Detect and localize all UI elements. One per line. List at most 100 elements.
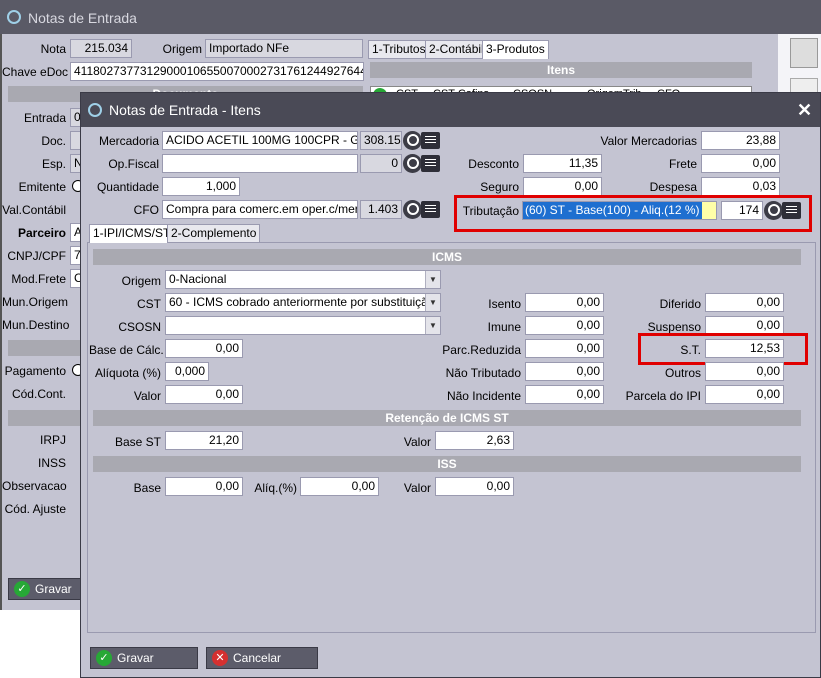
tab-complemento[interactable]: 2-Complemento (167, 224, 261, 243)
despesa-field[interactable]: 0,03 (701, 177, 780, 196)
iss-base-label: Base (133, 481, 161, 495)
desconto-field[interactable]: 11,35 (523, 154, 602, 173)
nota-field[interactable]: 215.034 (70, 39, 132, 58)
side-label-inss: INSS (37, 456, 66, 470)
side-section-bar-2 (8, 410, 82, 426)
opfiscal-label: Op.Fiscal (108, 157, 159, 171)
side-label-doc: Doc. (41, 134, 66, 148)
cancel-icon: ✕ (212, 650, 228, 666)
icms-valor-field[interactable]: 0,00 (165, 385, 243, 404)
retencao-section-header: Retenção de ICMS ST (93, 410, 801, 426)
parcela-ipi-label: Parcela do IPI (625, 389, 701, 403)
quantidade-field[interactable]: 1,000 (162, 177, 240, 196)
icms-csosn-select[interactable]: ▼ (165, 316, 441, 335)
opfiscal-search-icon[interactable] (403, 154, 422, 173)
base-st-label: Base ST (114, 435, 161, 449)
base-calc-field[interactable]: 0,00 (165, 339, 243, 358)
mercadoria-code[interactable]: 308.159 (360, 131, 402, 150)
close-icon[interactable]: ✕ (797, 100, 812, 121)
chave-field[interactable]: 4118027377312900010655007000273176124492… (70, 62, 364, 81)
nao-incidente-label: Não Incidente (446, 389, 521, 403)
base-st-field[interactable]: 21,20 (165, 431, 243, 450)
main-tab-tributos[interactable]: 1-Tributos (368, 40, 430, 59)
seguro-label: Seguro (480, 180, 519, 194)
cfo-code[interactable]: 1.403 (360, 200, 402, 219)
parcela-ipi-field[interactable]: 0,00 (705, 385, 784, 404)
frete-field[interactable]: 0,00 (701, 154, 780, 173)
dialog-logo-icon (88, 103, 102, 117)
imune-field[interactable]: 0,00 (525, 316, 604, 335)
despesa-label: Despesa (649, 180, 697, 194)
retrato-icon[interactable] (790, 38, 818, 68)
origem-select[interactable]: Importado NFe (205, 39, 363, 58)
tributacao-highlight-box (454, 195, 812, 232)
cfo-list-icon[interactable] (421, 201, 440, 218)
side-label-codajuste: Cód. Ajuste (4, 502, 66, 516)
quantidade-label: Quantidade (96, 180, 159, 194)
main-gravar-button[interactable]: ✓ Gravar (8, 578, 84, 600)
side-label-mundestino: Mun.Destino (2, 318, 70, 332)
diferido-field[interactable]: 0,00 (705, 293, 784, 312)
cancelar-button[interactable]: ✕ Cancelar (206, 647, 318, 669)
nao-tributado-label: Não Tributado (445, 366, 521, 380)
iss-section-header: ISS (93, 456, 801, 472)
iss-base-field[interactable]: 0,00 (165, 477, 243, 496)
chevron-down-icon[interactable]: ▼ (425, 271, 440, 288)
st-highlight-box (638, 333, 808, 365)
side-label-emitente: Emitente (18, 180, 66, 194)
icms-cst-select[interactable]: 60 - ICMS cobrado anteriormente por subs… (165, 293, 441, 312)
cfo-label: CFO (133, 203, 159, 217)
outros-field[interactable]: 0,00 (705, 362, 784, 381)
retencao-valor-field[interactable]: 2,63 (435, 431, 514, 450)
side-label-pagamento: Pagamento (4, 364, 66, 378)
isento-field[interactable]: 0,00 (525, 293, 604, 312)
parc-reduzida-field[interactable]: 0,00 (525, 339, 604, 358)
aliquota-field[interactable]: 0,000 (165, 362, 209, 381)
dialog-title: Notas de Entrada - Itens (109, 102, 261, 118)
mercadoria-list-icon[interactable] (421, 132, 440, 149)
app-logo-icon (7, 10, 21, 24)
mercadoria-field[interactable]: ACIDO ACETIL 100MG 100CPR - GEN EM (162, 131, 358, 150)
valor-mercadorias-field[interactable]: 23,88 (701, 131, 780, 150)
mercadoria-search-icon[interactable] (403, 131, 422, 150)
isento-label: Isento (488, 297, 521, 311)
iss-valor-field[interactable]: 0,00 (435, 477, 514, 496)
iss-valor-label: Valor (403, 481, 431, 495)
opfiscal-field[interactable] (162, 154, 358, 173)
tab-ipi-icms-st[interactable]: 1-IPI/ICMS/ST (89, 224, 175, 243)
seguro-field[interactable]: 0,00 (523, 177, 602, 196)
retencao-valor-label: Valor (403, 435, 431, 449)
items-dialog: Notas de Entrada - Itens ✕ Mercadoria AC… (80, 92, 821, 678)
icms-origem-select[interactable]: 0-Nacional ▼ (165, 270, 441, 289)
base-calc-label: Base de Cálc. (89, 343, 164, 357)
opfiscal-code[interactable]: 0 (360, 154, 402, 173)
outros-label: Outros (664, 366, 701, 380)
cfo-field[interactable]: Compra para comerc.em oper.c/merc.c/s (162, 200, 358, 219)
side-label-entrada: Entrada (23, 111, 66, 125)
check-icon: ✓ (14, 581, 30, 597)
icms-valor-label: Valor (133, 389, 161, 403)
chave-label: Chave eDoc (2, 65, 69, 79)
main-title: Notas de Entrada (28, 10, 137, 26)
side-label-cnpj: CNPJ/CPF (7, 249, 66, 263)
itens-header: Itens (370, 62, 752, 78)
side-label-codcont: Cód.Cont. (11, 387, 66, 401)
origem-label: Origem (162, 42, 202, 56)
cfo-search-icon[interactable] (403, 200, 422, 219)
main-tab-produtos[interactable]: 3-Produtos (482, 40, 549, 59)
main-tab-contabil[interactable]: 2-Contábil (425, 40, 488, 59)
check-icon: ✓ (96, 650, 112, 666)
side-label-esp: Esp. (41, 157, 66, 171)
gravar-button[interactable]: ✓ Gravar (90, 647, 198, 669)
side-label-modfrete: Mod.Frete (11, 272, 66, 286)
side-label-parceiro: Parceiro (17, 226, 66, 240)
valor-mercadorias-label: Valor Mercadorias (600, 134, 697, 148)
side-label-irpj: IRPJ (39, 433, 66, 447)
iss-aliq-label: Alíq.(%) (254, 481, 297, 495)
frete-label: Frete (668, 157, 697, 171)
nao-incidente-field[interactable]: 0,00 (525, 385, 604, 404)
opfiscal-list-icon[interactable] (421, 155, 440, 172)
side-label-munorigem: Mun.Origem (2, 295, 69, 309)
nao-tributado-field[interactable]: 0,00 (525, 362, 604, 381)
dialog-titlebar: Notas de Entrada - Itens ✕ (81, 93, 820, 127)
